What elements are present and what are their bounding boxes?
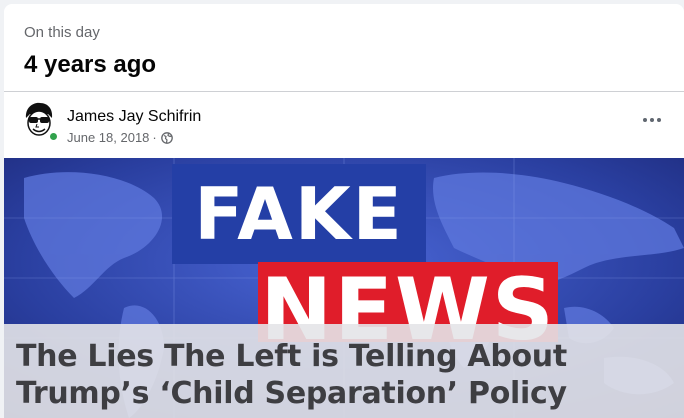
memory-header: On this day 4 years ago: [4, 4, 684, 91]
memory-label: On this day: [24, 24, 100, 41]
author-name[interactable]: James Jay Schifrin: [67, 107, 201, 127]
post-meta: June 18, 2018 ·: [67, 130, 173, 146]
link-preview-image[interactable]: FAKE NEWS The Lies The Left is Telling A…: [4, 158, 684, 418]
memory-title: 4 years ago: [24, 51, 157, 78]
memory-card: On this day 4 years ago James Jay Schifr…: [4, 4, 684, 418]
link-headline[interactable]: The Lies The Left is Telling About Trump…: [16, 338, 680, 412]
more-options-icon[interactable]: [638, 108, 666, 132]
fake-text: FAKE: [194, 172, 404, 256]
meta-separator: ·: [152, 130, 157, 145]
globe-icon[interactable]: [160, 132, 173, 144]
fake-banner: FAKE: [172, 164, 426, 264]
online-status-dot: [48, 131, 59, 142]
post-date[interactable]: June 18, 2018: [67, 130, 149, 146]
post-header: James Jay Schifrin June 18, 2018 ·: [4, 92, 684, 156]
